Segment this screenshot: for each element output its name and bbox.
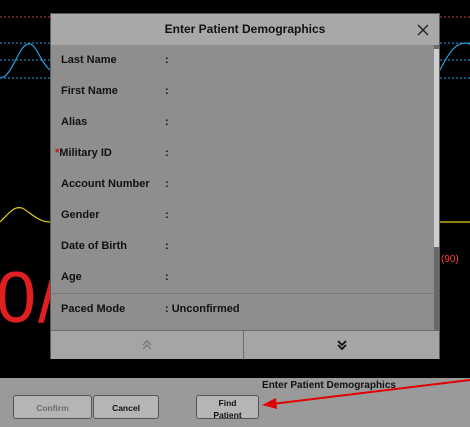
field-value: : — [165, 271, 169, 283]
dialog-title: Enter Patient Demographics — [164, 22, 326, 36]
close-icon[interactable] — [413, 20, 433, 40]
scroll-down-button[interactable] — [244, 331, 439, 359]
footer-title: Enter Patient Demographics — [262, 380, 396, 391]
field-row-last-name[interactable]: Last Name : — [51, 45, 434, 76]
patient-demographics-dialog: Enter Patient Demographics Last Name : F… — [50, 13, 440, 359]
dialog-header: Enter Patient Demographics — [51, 14, 439, 46]
field-row-military-id[interactable]: *Military ID : — [51, 138, 434, 169]
field-label: Age — [61, 271, 82, 283]
field-label: Account Number — [61, 178, 150, 190]
field-label: First Name — [61, 85, 118, 97]
field-value: : — [165, 85, 169, 97]
confirm-button[interactable]: Confirm — [13, 395, 92, 419]
field-row-gender[interactable]: Gender : — [51, 200, 434, 231]
field-value: : — [165, 209, 169, 221]
field-value: : — [165, 240, 169, 252]
scrollbar-thumb[interactable] — [434, 49, 439, 247]
field-list-scrollbar[interactable] — [434, 45, 439, 330]
chevron-up-icon — [142, 340, 152, 350]
field-value: : Unconfirmed — [165, 303, 240, 315]
scroll-up-button[interactable] — [51, 331, 244, 359]
field-row-first-name[interactable]: First Name : — [51, 76, 434, 107]
field-value: : — [165, 147, 169, 159]
field-label: Gender — [61, 209, 100, 221]
field-label: Date of Birth — [61, 240, 127, 252]
field-row-account-number[interactable]: Account Number : — [51, 169, 434, 200]
side-value: (90) — [441, 254, 459, 265]
demographics-field-list: Last Name : First Name : Alias : *Milita… — [51, 45, 434, 330]
field-value: : — [165, 178, 169, 190]
field-row-date-of-birth[interactable]: Date of Birth : — [51, 231, 434, 262]
field-row-age[interactable]: Age : — [51, 262, 434, 293]
field-label: Last Name — [61, 54, 117, 66]
field-row-paced-mode[interactable]: Paced Mode : Unconfirmed — [51, 293, 434, 325]
field-row-alias[interactable]: Alias : — [51, 107, 434, 138]
field-label: Alias — [61, 116, 88, 128]
field-value: : — [165, 54, 169, 66]
field-label: *Military ID — [55, 147, 112, 159]
find-patient-button[interactable]: Find Patient — [196, 395, 259, 420]
field-label: Paced Mode — [61, 303, 126, 315]
field-value: : — [165, 116, 169, 128]
cancel-button[interactable]: Cancel — [93, 395, 159, 419]
page-navigation — [51, 330, 439, 359]
double-chevron-down-icon — [336, 340, 347, 350]
